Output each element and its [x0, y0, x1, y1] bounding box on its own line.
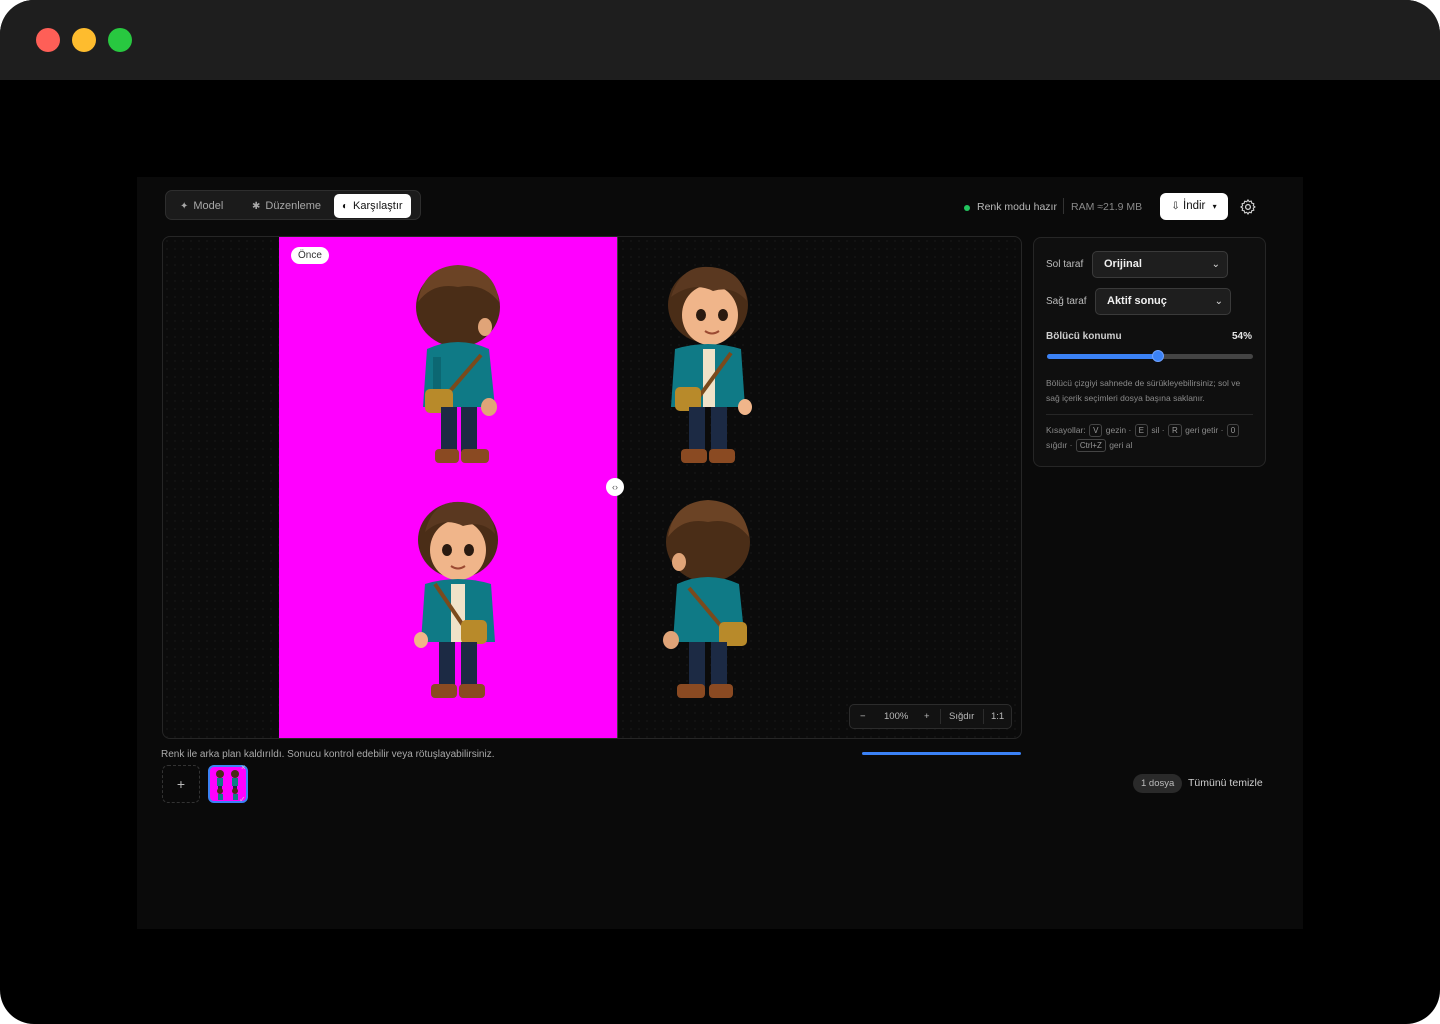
mode-tabs: ✦ Model ✱ Düzenleme ◐ Karşılaştır: [165, 190, 421, 220]
minimize-window-button[interactable]: [72, 28, 96, 52]
slider-thumb[interactable]: [1152, 350, 1165, 362]
sparkle-icon: ✦: [180, 201, 189, 212]
status-text: Renk modu hazır: [977, 201, 1057, 213]
zoom-in-button[interactable]: +: [924, 705, 930, 728]
before-badge: Önce: [291, 247, 329, 264]
fit-button[interactable]: Sığdır: [949, 705, 974, 728]
download-button[interactable]: ⇩ İndir ▾: [1160, 193, 1228, 220]
shortcut-key: 0: [1226, 424, 1240, 437]
chevron-down-icon: ⌄: [1211, 259, 1220, 270]
tab-label: Model: [193, 200, 224, 212]
ram-usage: RAM ≈21.9 MB: [1071, 201, 1143, 213]
divider-hint: Bölücü çizgiyi sahnede de sürükleyebilir…: [1046, 378, 1241, 403]
chevron-down-icon: ▾: [1212, 202, 1217, 211]
right-side-label: Sağ taraf: [1046, 296, 1087, 307]
character-front-view-original: [414, 501, 498, 698]
remove-file-icon[interactable]: ×: [241, 763, 246, 772]
gear-icon[interactable]: [1239, 198, 1257, 216]
right-side-value: Aktif sonuç: [1107, 295, 1167, 307]
left-side-select[interactable]: Orijinal ⌄: [1092, 251, 1228, 278]
download-label: İndir: [1183, 200, 1206, 212]
check-icon: ✓: [239, 795, 246, 804]
character-back-view-original: [416, 265, 500, 463]
status-dot: [964, 205, 970, 211]
file-count-badge: 1 dosya: [1133, 774, 1183, 793]
shortcut-key: Ctrl+Z: [1075, 439, 1106, 452]
shortcut-text: sığdır ·: [1046, 440, 1073, 450]
tab-compare[interactable]: ◐ Karşılaştır: [334, 194, 411, 218]
asterisk-icon: ✱: [252, 201, 261, 212]
tab-model[interactable]: ✦ Model: [172, 194, 231, 218]
add-file-button[interactable]: +: [162, 765, 200, 803]
divider: [1063, 198, 1064, 214]
left-side-value: Orijinal: [1104, 258, 1142, 270]
compare-settings-panel: Sol taraf Orijinal ⌄ Sağ taraf Aktif son…: [1033, 237, 1266, 467]
divider-position-label: Bölücü konumu: [1046, 331, 1122, 342]
shortcut-text: geri getir ·: [1185, 425, 1224, 435]
left-side-label: Sol taraf: [1046, 259, 1084, 270]
compare-canvas[interactable]: ‹› Önce − 100% + Sığdır 1:1: [162, 236, 1022, 739]
slider-fill: [1047, 354, 1159, 359]
contrast-icon: ◐: [342, 201, 349, 212]
close-window-button[interactable]: [36, 28, 60, 52]
clear-all-button[interactable]: Tümünü temizle: [1188, 777, 1263, 789]
app-window: ✦ Model ✱ Düzenleme ◐ Karşılaştır Renk modu…: [0, 0, 1440, 1024]
divider: [983, 709, 984, 724]
shortcut-text: gezin ·: [1105, 425, 1132, 435]
divider-position-value: 54%: [1232, 331, 1253, 342]
divider-position-slider[interactable]: [1047, 350, 1253, 362]
character-back-view-result: [663, 500, 750, 698]
editor-app: ✦ Model ✱ Düzenleme ◐ Karşılaştır Renk modu…: [137, 177, 1303, 929]
shortcut-key: V: [1089, 424, 1103, 437]
right-side-select[interactable]: Aktif sonuç ⌄: [1095, 288, 1231, 315]
character-front-view-result: [668, 266, 752, 463]
zoom-out-button[interactable]: −: [860, 705, 866, 728]
divider: [940, 709, 941, 724]
zoom-controls: − 100% + Sığdır 1:1: [849, 704, 1012, 729]
shortcut-key: R: [1168, 424, 1182, 437]
shortcut-key: E: [1134, 424, 1149, 437]
tab-label: Düzenleme: [265, 200, 322, 212]
title-bar: [0, 0, 1440, 80]
shortcut-text: sil ·: [1151, 425, 1165, 435]
actual-size-button[interactable]: 1:1: [991, 705, 1004, 728]
download-icon: ⇩: [1171, 201, 1180, 212]
divider: [1046, 414, 1253, 415]
tab-edit[interactable]: ✱ Düzenleme: [244, 194, 329, 218]
tab-label: Karşılaştır: [353, 200, 403, 212]
status-caption: Renk ile arka plan kaldırıldı. Sonucu ko…: [161, 749, 495, 760]
shortcut-text: geri al: [1109, 440, 1133, 450]
shortcuts-help: Kısayollar: V gezin · E sil · R geri get…: [1046, 423, 1256, 453]
progress-bar: [862, 752, 1021, 755]
maximize-window-button[interactable]: [108, 28, 132, 52]
split-handle[interactable]: ‹›: [606, 478, 624, 496]
shortcuts-prefix: Kısayollar:: [1046, 425, 1086, 435]
chevron-down-icon: ⌄: [1214, 296, 1223, 307]
zoom-level: 100%: [884, 711, 909, 722]
